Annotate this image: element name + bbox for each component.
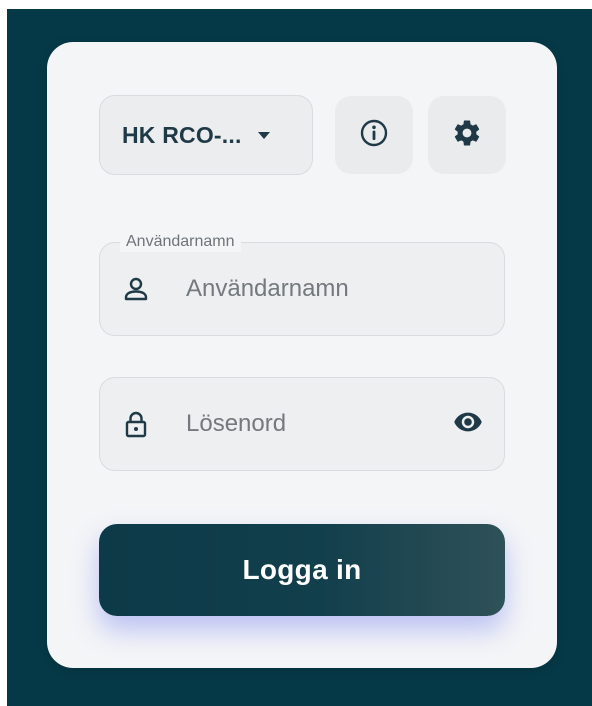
login-button-label: Logga in: [242, 554, 362, 585]
username-input[interactable]: [186, 243, 436, 335]
login-card: HK RCO-... Användarnamn Användarnamn Log…: [47, 42, 557, 668]
user-icon: [122, 275, 150, 303]
login-button[interactable]: Logga in: [99, 524, 505, 616]
caret-down-icon: [257, 131, 270, 139]
info-icon: [359, 118, 389, 153]
username-field-container: Användarnamn: [99, 232, 505, 336]
settings-button[interactable]: [428, 96, 506, 174]
password-input[interactable]: [186, 378, 436, 470]
show-password-toggle[interactable]: [450, 406, 486, 442]
info-button[interactable]: [335, 96, 413, 174]
eye-icon: [453, 407, 483, 442]
organization-select-label: HK RCO-...: [122, 121, 242, 148]
password-field-container: [99, 377, 505, 471]
gear-icon: [452, 118, 482, 153]
lock-icon: [122, 410, 150, 438]
organization-select[interactable]: HK RCO-...: [99, 95, 313, 175]
